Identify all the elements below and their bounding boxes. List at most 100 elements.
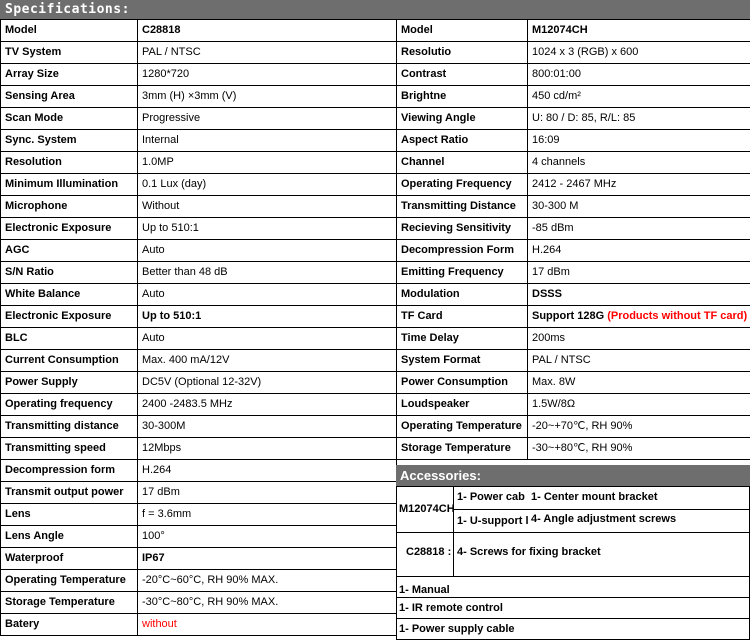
right-value-text: 1024 x 3 (RGB) x 600 (532, 46, 639, 58)
right-label: Modulation (396, 283, 528, 306)
left-row: Scan Mode Progressive (0, 107, 397, 130)
accessory-item-ir-remote: 1- IR remote control (399, 602, 503, 614)
right-value: 17 dBm (527, 261, 750, 284)
right-row: Transmitting Distance 30-300 M (396, 195, 750, 218)
accessory-item-angle-screws: 4- Angle adjustment screws (531, 513, 677, 525)
right-label: Transmitting Distance (396, 195, 528, 218)
right-row: Contrast 800:01:00 (396, 63, 750, 86)
right-row: Storage Temperature -30~+80℃, RH 90% (396, 437, 750, 460)
left-label: Minimum Illumination (0, 173, 138, 196)
left-row: Storage Temperature -30°C~80°C, RH 90% MA… (0, 591, 397, 614)
left-label: Transmitting distance (0, 415, 138, 438)
right-value-text: -20~+70℃, RH 90% (532, 420, 633, 432)
left-label: Storage Temperature (0, 591, 138, 614)
right-value: DSSS (527, 283, 750, 306)
right-row: Resolutio 1024 x 3 (RGB) x 600 (396, 41, 750, 64)
left-value-text: f = 3.6mm (142, 508, 192, 520)
left-row: BLC Auto (0, 327, 397, 350)
left-row: Current Consumption Max. 400 mA/12V (0, 349, 397, 372)
left-label: Transmit output power (0, 481, 138, 504)
left-row: AGC Auto (0, 239, 397, 262)
right-label: Emitting Frequency (396, 261, 528, 284)
right-value-text: 1.5W/8Ω (532, 398, 576, 410)
left-value-text: 12Mbps (142, 442, 182, 454)
right-value: H.264 (527, 239, 750, 262)
right-row: Brightne 450 cd/m² (396, 85, 750, 108)
section-title: Specifications: (0, 0, 750, 19)
right-label: Resolutio (396, 41, 528, 64)
right-label: Storage Temperature (396, 437, 528, 460)
left-label: Operating frequency (0, 393, 138, 416)
right-value-text: M12074CH (532, 24, 588, 36)
right-row: Aspect Ratio 16:09 (396, 129, 750, 152)
left-label: Electronic Exposure (0, 305, 138, 328)
right-spec-table: Model M12074CH Resolutio 1024 x 3 (RGB) x 6… (396, 19, 750, 460)
left-label: Model (0, 19, 138, 42)
right-value-text: Support 128G (532, 310, 608, 322)
left-value: Auto (137, 327, 397, 350)
right-row: System Format PAL / NTSC (396, 349, 750, 372)
right-label: Time Delay (396, 327, 528, 350)
right-value: -20~+70℃, RH 90% (527, 415, 750, 438)
right-row: Emitting Frequency 17 dBm (396, 261, 750, 284)
accessory-item-power-cable: 1- Power cab (457, 491, 525, 503)
left-label: AGC (0, 239, 138, 262)
right-value-text: 200ms (532, 332, 566, 344)
right-value-text: 17 dBm (532, 266, 570, 278)
left-label: Batery (0, 613, 138, 636)
left-value: Up to 510:1 (137, 217, 397, 240)
left-value: 3mm (H) ×3mm (V) (137, 85, 397, 108)
right-value: PAL / NTSC (527, 349, 750, 372)
spec-sheet: Specifications: Model C28818 TV System PAL … (0, 0, 750, 642)
right-value: -85 dBm (527, 217, 750, 240)
right-value: Support 128G (Products without TF card) (527, 305, 750, 328)
left-row: Batery without (0, 613, 397, 636)
accessory-item-center-bracket: 1- Center mount bracket (531, 491, 658, 503)
left-row: Operating frequency 2400 -2483.5 MHz (0, 393, 397, 416)
left-row: Electronic Exposure Up to 510:1 (0, 217, 397, 240)
accessory-model-c: C28818 : (406, 546, 452, 558)
left-label: S/N Ratio (0, 261, 138, 284)
left-label: Sync. System (0, 129, 138, 152)
left-value: without (137, 613, 397, 636)
left-value: Max. 400 mA/12V (137, 349, 397, 372)
left-label: Sensing Area (0, 85, 138, 108)
left-row: Model C28818 (0, 19, 397, 42)
right-row: Modulation DSSS (396, 283, 750, 306)
right-label: Viewing Angle (396, 107, 528, 130)
left-label: TV System (0, 41, 138, 64)
left-value-text: 1280*720 (142, 68, 190, 80)
left-value-text: -30°C~80°C, RH 90% MAX. (142, 596, 279, 608)
left-value-text: Better than 48 dB (142, 266, 228, 278)
right-row: Time Delay 200ms (396, 327, 750, 350)
left-label: Operating Temperature (0, 569, 138, 592)
right-value-text: H.264 (532, 244, 562, 256)
right-value-text: 16:09 (532, 134, 560, 146)
right-row: Recieving Sensitivity -85 dBm (396, 217, 750, 240)
right-value: 30-300 M (527, 195, 750, 218)
left-value: 1280*720 (137, 63, 397, 86)
left-row: Operating Temperature -20°C~60°C, RH 90% … (0, 569, 397, 592)
left-row: TV System PAL / NTSC (0, 41, 397, 64)
left-value: DC5V (Optional 12-32V) (137, 371, 397, 394)
right-label: Contrast (396, 63, 528, 86)
right-value: 16:09 (527, 129, 750, 152)
right-label: Loudspeaker (396, 393, 528, 416)
right-value: M12074CH (527, 19, 750, 42)
right-value-note: (Products without TF card) (607, 310, 748, 322)
right-label: Decompression Form (396, 239, 528, 262)
left-value: Progressive (137, 107, 397, 130)
left-value-text: Internal (142, 134, 179, 146)
left-value-text: 2400 -2483.5 MHz (142, 398, 233, 410)
right-value-text: PAL / NTSC (532, 354, 591, 366)
left-value: IP67 (137, 547, 397, 570)
right-row: Model M12074CH (396, 19, 750, 42)
right-value: U: 80 / D: 85, R/L: 85 (527, 107, 750, 130)
left-value: f = 3.6mm (137, 503, 397, 526)
accessory-item-u-support: 1- U-support l (457, 515, 529, 527)
left-label: BLC (0, 327, 138, 350)
right-row: Operating Frequency 2412 - 2467 MHz (396, 173, 750, 196)
left-value: Auto (137, 283, 397, 306)
left-row: Transmitting distance 30-300M (0, 415, 397, 438)
left-value-text: Progressive (142, 112, 201, 124)
